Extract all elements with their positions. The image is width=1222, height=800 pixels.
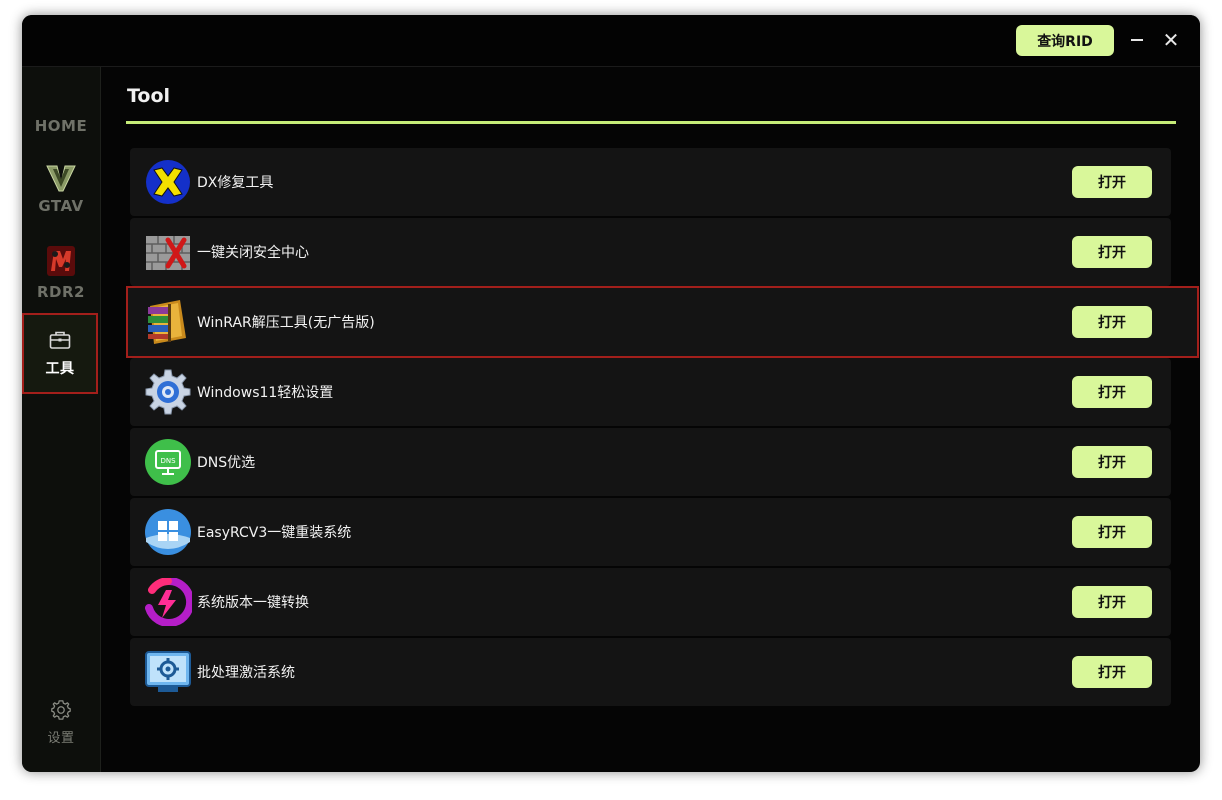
query-rid-button[interactable]: 查询RID [1016,25,1114,56]
app-window: 查询RID ✕ HOME GTAV RDR2 工具 设置 Tool DX修复工具… [22,15,1200,772]
title-underline [126,121,1176,124]
open-button[interactable]: 打开 [1072,306,1152,338]
sidebar-item-label: GTAV [38,197,84,215]
open-button[interactable]: 打开 [1072,446,1152,478]
gtav-logo-icon [46,165,76,192]
minimize-icon [1131,39,1143,41]
sidebar-item-settings[interactable]: 设置 [22,699,100,746]
open-button[interactable]: 打开 [1072,376,1152,408]
open-button[interactable]: 打开 [1072,166,1152,198]
minimize-button[interactable] [1125,27,1149,53]
sidebar: HOME GTAV RDR2 工具 设置 [22,67,101,772]
sidebar-item-gtav[interactable]: GTAV [22,163,100,215]
dx-repair-icon [146,160,190,204]
tool-row-security-center: 一键关闭安全中心 打开 [130,218,1171,286]
tool-name: DNS优选 [197,455,256,471]
lightning-swirl-icon [145,578,192,626]
sidebar-item-tools[interactable]: 工具 [22,313,98,394]
tool-row-winrar: WinRAR解压工具(无广告版) 打开 [126,286,1199,358]
gear-icon [51,700,71,720]
open-button[interactable]: 打开 [1072,236,1152,268]
windows-logo-icon [145,509,191,555]
open-button[interactable]: 打开 [1072,516,1152,548]
toolbox-icon [49,331,71,349]
sidebar-item-rdr2[interactable]: RDR2 [22,245,100,301]
tool-row-easyrcv3: EasyRCV3一键重装系统 打开 [130,498,1171,566]
tool-name: WinRAR解压工具(无广告版) [197,315,375,331]
gear-settings-icon [145,369,191,415]
tool-name: Windows11轻松设置 [197,385,334,401]
sidebar-item-label: 设置 [47,731,75,746]
tool-row-dx-repair: DX修复工具 打开 [130,148,1171,216]
sidebar-item-home[interactable]: HOME [22,117,100,135]
tool-row-dns: DNS DNS优选 打开 [130,428,1171,496]
open-button[interactable]: 打开 [1072,656,1152,688]
tool-name: 系统版本一键转换 [197,595,309,611]
tool-list: DX修复工具 打开 一键关闭安全中心 打开 WinRAR解压工具(无广告版) 打… [126,148,1199,708]
close-icon: ✕ [1162,28,1180,52]
tool-name: 一键关闭安全中心 [197,245,309,261]
firewall-icon [146,236,190,270]
tool-name: DX修复工具 [197,175,274,191]
winrar-icon [148,300,186,344]
open-button[interactable]: 打开 [1072,586,1152,618]
main-content: Tool DX修复工具 打开 一键关闭安全中心 打开 WinRAR解压工具(无广… [101,67,1200,772]
dns-monitor-icon: DNS [145,439,191,485]
rdr2-logo-icon [47,246,75,276]
close-button[interactable]: ✕ [1159,27,1183,53]
tool-row-version-convert: 系统版本一键转换 打开 [130,568,1171,636]
title-bar: 查询RID ✕ [22,15,1200,67]
monitor-gear-icon [145,651,191,692]
tool-name: EasyRCV3一键重装系统 [197,525,352,541]
tool-name: 批处理激活系统 [197,665,295,681]
tool-row-win11-settings: Windows11轻松设置 打开 [130,358,1171,426]
sidebar-item-label: 工具 [45,360,75,377]
tool-row-batch-activate: 批处理激活系统 打开 [130,638,1171,706]
sidebar-item-label: HOME [34,117,88,135]
page-title: Tool [127,85,171,107]
sidebar-item-label: RDR2 [37,283,85,301]
svg-text:DNS: DNS [160,457,176,465]
